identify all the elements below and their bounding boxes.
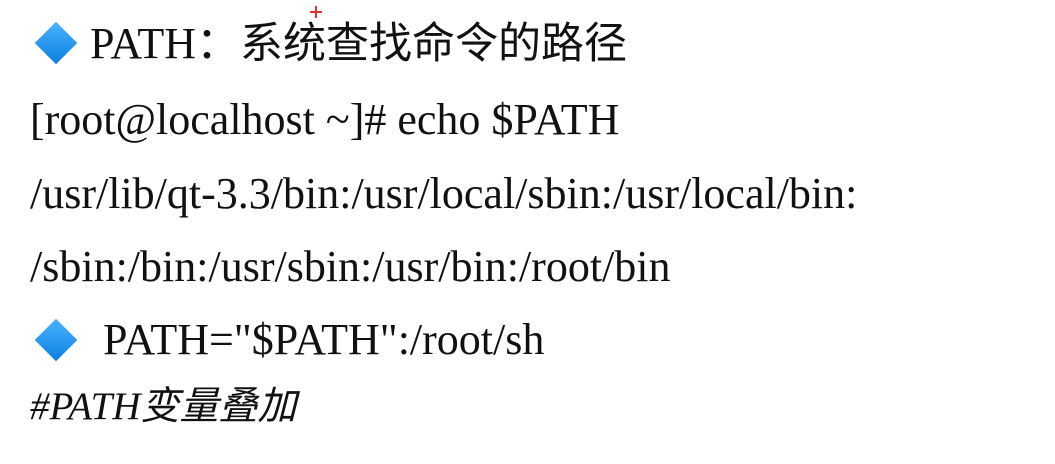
heading: PATH：系统查找命令的路径	[90, 22, 627, 66]
command-line: [root@localhost ~]# echo $PATH	[30, 95, 620, 144]
assignment-line: PATH="$PATH":/root/sh	[103, 315, 545, 364]
diamond-bullet-icon	[34, 21, 78, 65]
comment-line: #PATH变量叠加	[30, 385, 297, 428]
output-line-1: /usr/lib/qt-3.3/bin:/usr/local/sbin:/usr…	[30, 169, 858, 218]
cursor-plus-icon	[310, 6, 322, 18]
heading-description: 系统查找命令的路径	[239, 19, 627, 69]
heading-keyword: PATH：	[90, 19, 240, 68]
diamond-bullet-icon	[34, 318, 78, 362]
output-line-2: /sbin:/bin:/usr/sbin:/usr/bin:/root/bin	[30, 242, 671, 291]
